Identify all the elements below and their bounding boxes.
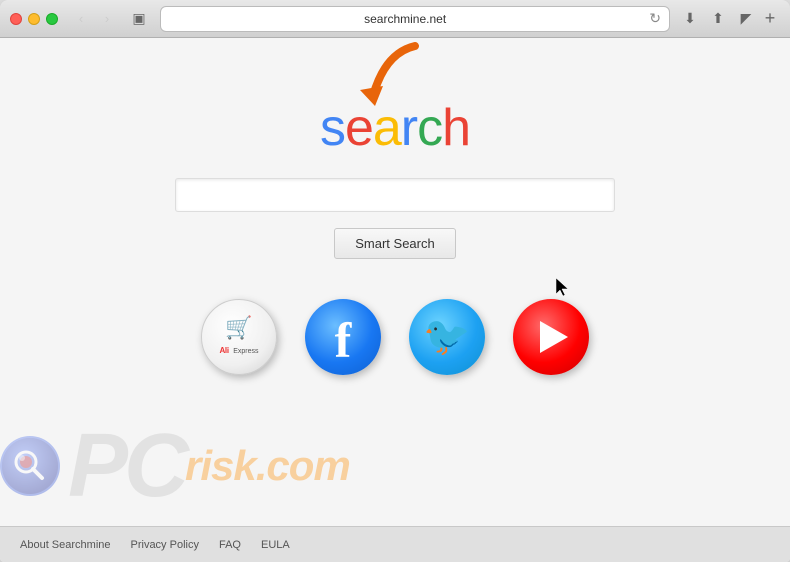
aliexpress-express-text: Express	[233, 348, 258, 355]
address-bar[interactable]: searchmine.net ↻	[160, 6, 670, 32]
traffic-lights	[10, 13, 58, 25]
minimize-button[interactable]	[28, 13, 40, 25]
nav-buttons: ‹ ›	[70, 8, 118, 30]
share-icon[interactable]: ⬆	[708, 9, 728, 29]
facebook-letter: f	[335, 315, 352, 365]
logo-letter-a: a	[373, 99, 401, 157]
smart-search-button[interactable]: Smart Search	[334, 228, 455, 259]
aliexpress-text: Ali	[219, 346, 228, 355]
search-input-wrapper	[175, 178, 615, 212]
back-button[interactable]: ‹	[70, 8, 92, 30]
close-button[interactable]	[10, 13, 22, 25]
browser-content: search Smart Search 🛒 Ali Express	[0, 38, 790, 562]
logo-letter-h: h	[442, 99, 470, 157]
aliexpress-cart-icon: 🛒	[219, 316, 258, 340]
browser-window: ‹ › ▣ searchmine.net ↻ ⬇ ⬆ ◤ +	[0, 0, 790, 562]
forward-button[interactable]: ›	[96, 8, 118, 30]
search-button-wrapper: Smart Search	[334, 228, 455, 259]
logo-letter-s: s	[320, 99, 345, 157]
search-logo: search	[320, 98, 470, 158]
aliexpress-icon[interactable]: 🛒 Ali Express	[201, 299, 277, 375]
facebook-icon[interactable]: f	[305, 299, 381, 375]
footer-privacy-link[interactable]: Privacy Policy	[131, 539, 199, 551]
social-icons-row: 🛒 Ali Express f 🐦	[201, 299, 589, 375]
youtube-icon[interactable]	[513, 299, 589, 375]
maximize-button[interactable]	[46, 13, 58, 25]
footer-eula-link[interactable]: EULA	[261, 539, 290, 551]
logo-letter-e: e	[345, 99, 373, 157]
title-bar: ‹ › ▣ searchmine.net ↻ ⬇ ⬆ ◤ +	[0, 0, 790, 38]
download-icon[interactable]: ⬇	[680, 9, 700, 29]
logo-letter-c: c	[417, 99, 442, 157]
twitter-bird-icon: 🐦	[423, 315, 470, 359]
add-tab-button[interactable]: +	[760, 9, 780, 29]
footer-about-link[interactable]: About Searchmine	[20, 539, 111, 551]
address-text: searchmine.net	[169, 12, 641, 26]
youtube-play-icon	[540, 321, 568, 353]
footer-faq-link[interactable]: FAQ	[219, 539, 241, 551]
search-page: search Smart Search 🛒 Ali Express	[0, 38, 790, 562]
sidebar-icon[interactable]: ◤	[736, 9, 756, 29]
footer-bar: About Searchmine Privacy Policy FAQ EULA	[0, 526, 790, 562]
search-input[interactable]	[175, 178, 615, 212]
logo-letter-r: r	[401, 99, 417, 157]
tab-overview-icon[interactable]: ▣	[128, 8, 150, 30]
toolbar-right: ⬇ ⬆ ◤	[680, 9, 756, 29]
twitter-icon[interactable]: 🐦	[409, 299, 485, 375]
reload-button[interactable]: ↻	[649, 10, 661, 27]
